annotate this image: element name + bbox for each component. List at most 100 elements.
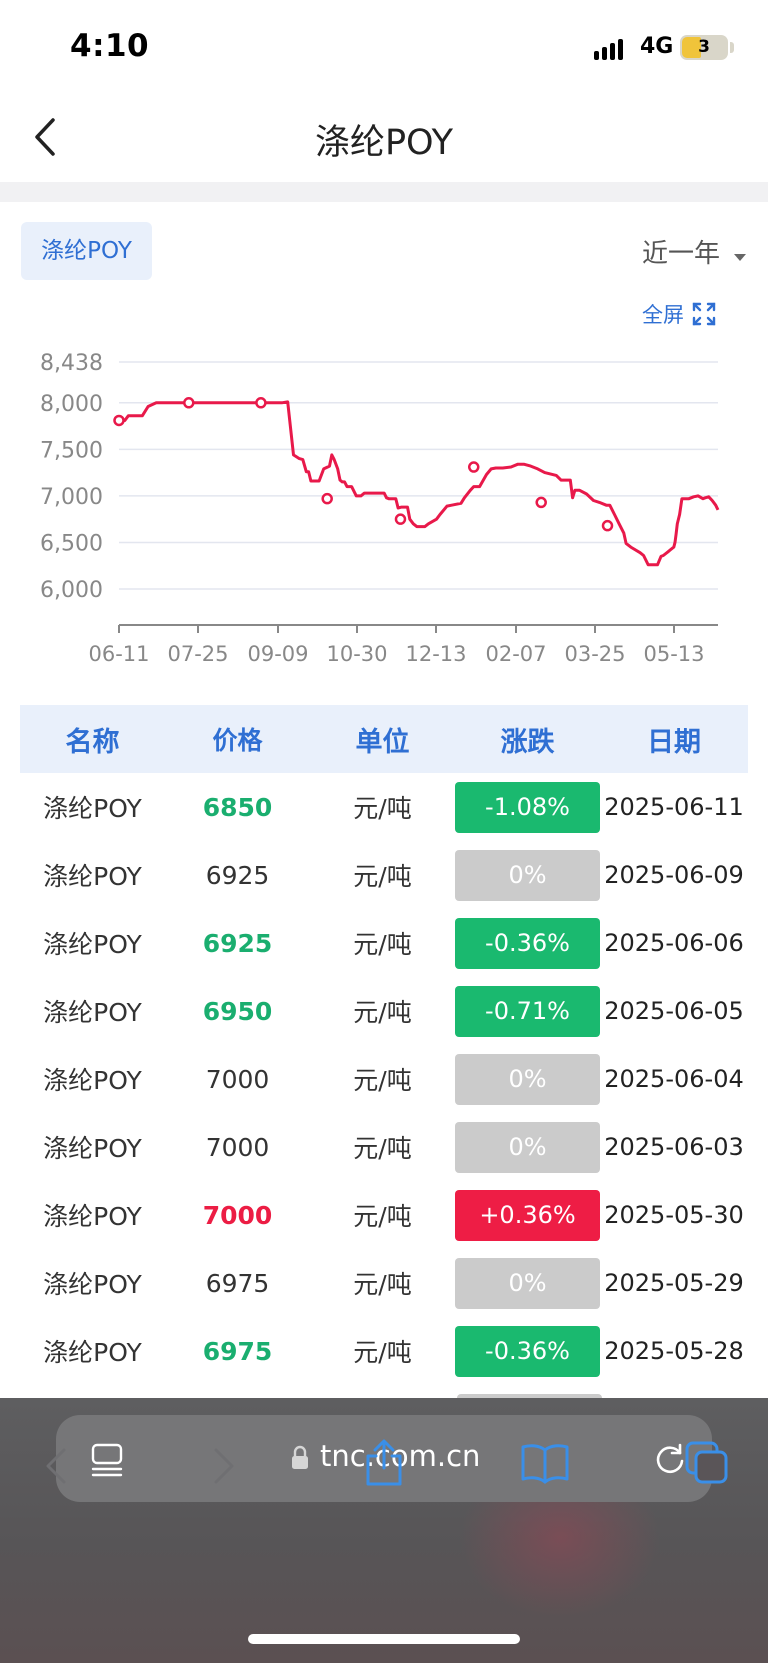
data-point[interactable] xyxy=(255,397,267,409)
x-tick-label: 12-13 xyxy=(405,642,466,666)
signal-strength-icon xyxy=(594,38,630,60)
change-badge: 0% xyxy=(455,1053,600,1105)
row-name: 涤纶POY xyxy=(43,1270,142,1299)
lock-icon xyxy=(292,1445,308,1469)
status-time: 4:10 xyxy=(70,28,150,64)
row-name: 涤纶POY xyxy=(43,1338,142,1367)
row-date: 2025-06-03 xyxy=(604,1133,744,1161)
table-row[interactable]: 涤纶POY 6850 元/吨 -1.08% 2025-06-11 xyxy=(20,773,748,841)
row-name: 涤纶POY xyxy=(43,794,142,823)
row-date: 2025-06-09 xyxy=(604,861,744,889)
y-tick-label: 6,000 xyxy=(40,578,103,603)
change-badge: 0% xyxy=(455,1257,600,1309)
data-point[interactable] xyxy=(321,492,333,505)
data-point[interactable] xyxy=(394,513,407,525)
reload-icon[interactable] xyxy=(652,1441,688,1477)
row-price: 6850 xyxy=(202,792,273,822)
row-date: 2025-05-29 xyxy=(604,1269,744,1297)
series-line xyxy=(119,400,720,567)
x-tick-label: 06-11 xyxy=(88,642,149,666)
col-header-price: 价格 xyxy=(212,726,263,755)
row-price: 6950 xyxy=(202,996,273,1026)
status-bar: 4:10 4G 3 xyxy=(0,0,768,92)
share-icon[interactable] xyxy=(362,1438,406,1488)
fullscreen-button[interactable]: 全屏 xyxy=(642,298,716,330)
table-body: 涤纶POY 6850 元/吨 -1.08% 2025-06-11 涤纶POY 6925 元/吨… xyxy=(20,773,748,1385)
table-header: 名称 价格 单位 涨跌 日期 xyxy=(20,705,748,773)
col-header-change: 涨跌 xyxy=(500,726,555,758)
reader-mode-icon[interactable] xyxy=(90,1442,124,1478)
page-title: 涤纶POY xyxy=(314,123,454,163)
table-row[interactable]: 涤纶POY 7000 元/吨 0% 2025-06-04 xyxy=(20,1045,748,1113)
table-row[interactable]: 涤纶POY 6925 元/吨 -0.36% 2025-06-06 xyxy=(20,909,748,977)
row-unit: 元/吨 xyxy=(353,1134,412,1163)
fullscreen-label: 全屏 xyxy=(642,303,684,327)
y-tick-label: 8,000 xyxy=(40,392,103,417)
chevron-right-icon[interactable] xyxy=(208,1446,238,1486)
row-price: 7000 xyxy=(202,1200,273,1230)
y-tick-label: 6,500 xyxy=(40,531,103,556)
row-price: 6925 xyxy=(205,860,270,890)
table-row[interactable]: 涤纶POY 6950 元/吨 -0.71% 2025-06-05 xyxy=(20,977,748,1045)
table-row[interactable]: 涤纶POY 7000 元/吨 0% 2025-06-03 xyxy=(20,1113,748,1181)
battery-icon: 3 xyxy=(680,35,728,60)
book-icon[interactable] xyxy=(520,1442,570,1484)
change-badge: +0.36% xyxy=(455,1189,600,1241)
table-row[interactable]: 涤纶POY 6975 元/吨 0% 2025-05-29 xyxy=(20,1249,748,1317)
row-unit: 元/吨 xyxy=(353,862,412,891)
home-indicator xyxy=(248,1634,520,1644)
data-point[interactable] xyxy=(113,414,125,427)
table-row[interactable]: 涤纶POY 6925 元/吨 0% 2025-06-09 xyxy=(20,841,748,909)
table-row[interactable]: 涤纶POY 6975 元/吨 -0.36% 2025-05-28 xyxy=(20,1317,748,1385)
row-name: 涤纶POY xyxy=(43,1066,142,1095)
expand-icon xyxy=(692,302,716,326)
row-price: 7000 xyxy=(205,1064,270,1094)
row-name: 涤纶POY xyxy=(43,1202,142,1231)
nav-header: 涤纶POY xyxy=(0,92,768,182)
row-price: 6975 xyxy=(205,1268,270,1298)
row-date: 2025-05-28 xyxy=(604,1337,744,1365)
row-date: 2025-06-05 xyxy=(604,997,744,1025)
product-tab[interactable]: 涤纶POY xyxy=(21,222,152,280)
chevron-left-icon[interactable] xyxy=(42,1446,72,1486)
row-unit: 元/吨 xyxy=(353,1338,412,1367)
table-row[interactable]: 涤纶POY 7000 元/吨 +0.36% 2025-05-30 xyxy=(20,1181,748,1249)
x-tick-label: 02-07 xyxy=(485,642,546,666)
row-date: 2025-06-11 xyxy=(604,793,744,821)
browser-toolbar: tnc.com.cn xyxy=(0,1398,768,1663)
data-point[interactable] xyxy=(467,461,480,473)
row-unit: 元/吨 xyxy=(353,1270,412,1299)
x-tick-label: 07-25 xyxy=(167,642,228,666)
row-name: 涤纶POY xyxy=(43,930,142,959)
row-date: 2025-05-30 xyxy=(604,1201,744,1229)
col-header-unit: 单位 xyxy=(355,726,410,758)
row-name: 涤纶POY xyxy=(43,998,142,1027)
row-unit: 元/吨 xyxy=(353,998,412,1027)
y-tick-label: 8,438 xyxy=(40,351,103,376)
change-badge: -0.36% xyxy=(455,917,600,969)
price-table: 名称 价格 单位 涨跌 日期 涤纶POY 6850 元/吨 -1.08% 2025-06… xyxy=(20,705,748,1385)
range-select[interactable]: 近一年 xyxy=(642,233,720,270)
row-date: 2025-06-04 xyxy=(604,1065,744,1093)
x-tick-label: 03-25 xyxy=(564,642,625,666)
change-badge: -0.71% xyxy=(455,985,600,1037)
network-label: 4G xyxy=(640,34,674,59)
caret-down-icon xyxy=(734,254,746,261)
row-name: 涤纶POY xyxy=(43,1134,142,1163)
row-price: 6925 xyxy=(202,928,273,958)
row-unit: 元/吨 xyxy=(353,794,412,823)
row-unit: 元/吨 xyxy=(353,1202,412,1231)
x-tick-label: 09-09 xyxy=(247,642,308,666)
price-line-chart[interactable]: 6,000 6,500 7,000 7,500 8,000 8,438 06-11 07-25… xyxy=(0,340,768,680)
data-point[interactable] xyxy=(535,496,547,509)
change-badge: 0% xyxy=(455,1121,600,1173)
data-point[interactable] xyxy=(601,519,614,532)
row-unit: 元/吨 xyxy=(353,930,412,959)
row-unit: 元/吨 xyxy=(353,1066,412,1095)
row-price: 6975 xyxy=(202,1336,273,1366)
data-point[interactable] xyxy=(183,397,195,409)
y-tick-label: 7,500 xyxy=(40,438,103,463)
tabs-icon[interactable] xyxy=(684,1440,730,1486)
row-price: 7000 xyxy=(205,1132,270,1162)
change-badge: 0% xyxy=(455,849,600,901)
